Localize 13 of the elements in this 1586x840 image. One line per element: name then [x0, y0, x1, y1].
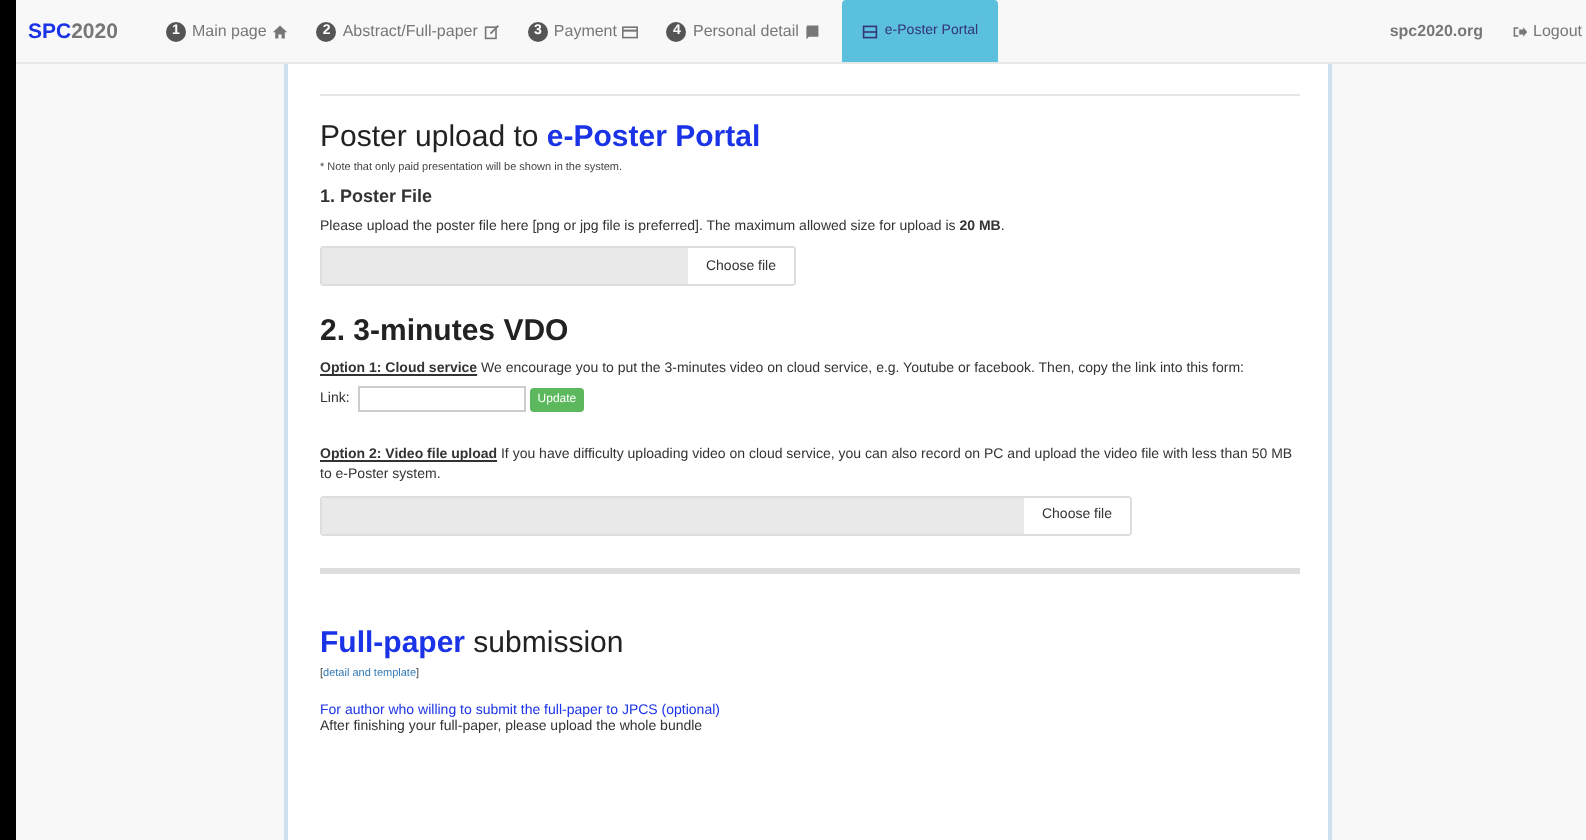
- section-heading: 1. Poster File: [320, 186, 435, 206]
- logout-link[interactable]: Logout: [1511, 0, 1586, 62]
- brand-logo[interactable]: SPC2020: [16, 0, 152, 62]
- home-icon: [272, 23, 289, 39]
- edit-icon: [483, 23, 500, 39]
- link-input[interactable]: [357, 386, 526, 413]
- film-icon: [862, 23, 879, 39]
- site-link[interactable]: spc2020.org: [1361, 0, 1512, 62]
- card-icon: [622, 23, 639, 39]
- logout-icon: [1511, 23, 1528, 39]
- section-heading: 2. 3-minutes VDO: [320, 314, 571, 349]
- section-title: Full-paper submission: [320, 625, 626, 660]
- section-title: Poster upload to e-Poster Portal: [320, 120, 763, 154]
